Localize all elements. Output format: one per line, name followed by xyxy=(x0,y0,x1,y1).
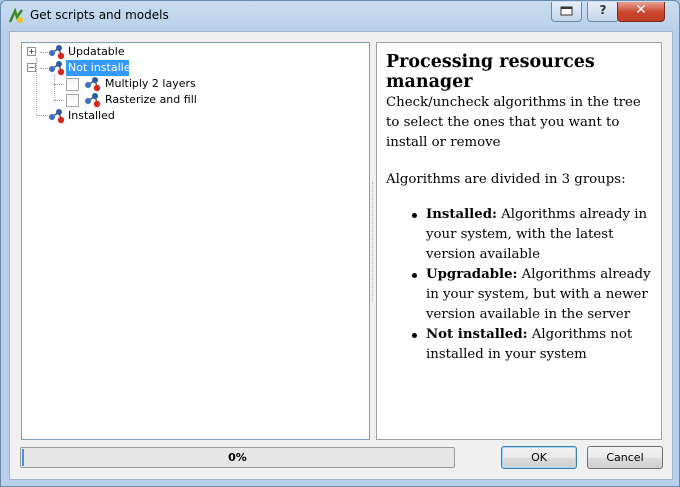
close-icon: ✕ xyxy=(635,2,647,18)
info-panel: Processing resources manager Check/unche… xyxy=(376,42,662,440)
progress-bar: 0% xyxy=(20,447,455,468)
algorithm-group-icon xyxy=(49,45,65,60)
tree-group-label: Updatable xyxy=(68,45,125,58)
expand-plus-icon[interactable]: + xyxy=(27,47,36,56)
close-button[interactable]: ✕ xyxy=(617,2,665,22)
tree-group-not-installed[interactable]: − Not installed xyxy=(22,60,367,76)
title-bar[interactable]: Get scripts and models ? ✕ xyxy=(1,1,679,31)
algorithm-checkbox[interactable] xyxy=(66,78,79,91)
tree-item-rasterize-and-fill[interactable]: Rasterize and fill xyxy=(22,92,367,108)
list-item-term: Upgradable: xyxy=(426,267,518,282)
qgis-app-icon xyxy=(8,8,24,23)
list-item: Upgradable: Algorithms already in your s… xyxy=(412,265,654,325)
tree-group-updatable[interactable]: + Updatable xyxy=(22,44,367,60)
algorithm-checkbox[interactable] xyxy=(66,94,79,107)
cancel-button[interactable]: Cancel xyxy=(587,446,663,469)
tree-group-label: Installed xyxy=(68,109,115,122)
info-paragraph: Algorithms are divided in 3 groups: xyxy=(386,172,626,187)
restore-icon xyxy=(560,6,573,16)
list-item: Installed: Algorithms already in your sy… xyxy=(412,205,654,265)
list-item-term: Not installed: xyxy=(426,327,528,342)
algorithm-label: Rasterize and fill xyxy=(105,93,197,106)
info-paragraph: Check/uncheck algorithms in the tree to … xyxy=(386,95,641,150)
algorithm-group-icon xyxy=(49,61,65,76)
info-groups-list: Installed: Algorithms already in your sy… xyxy=(386,205,654,365)
tree-group-installed[interactable]: Installed xyxy=(22,108,367,124)
algorithm-group-icon xyxy=(49,109,65,124)
window-title: Get scripts and models xyxy=(30,8,169,22)
panel-splitter-handle[interactable] xyxy=(372,182,375,302)
dialog-window: Get scripts and models ? ✕ + Updatable −… xyxy=(0,0,680,487)
info-heading: Processing resources manager xyxy=(386,52,595,92)
collapse-minus-icon[interactable]: − xyxy=(27,63,36,72)
algorithm-icon xyxy=(85,77,101,92)
restore-button[interactable] xyxy=(551,2,582,22)
tree-item-multiply-2-layers[interactable]: Multiply 2 layers xyxy=(22,76,367,92)
progress-label: 0% xyxy=(228,451,247,464)
dialog-client-area: + Updatable − Not installed Multiply 2 l… xyxy=(9,31,673,480)
algorithm-icon xyxy=(85,93,101,108)
algorithm-tree[interactable]: + Updatable − Not installed Multiply 2 l… xyxy=(21,42,370,440)
list-item: Not installed: Algorithms not installed … xyxy=(412,325,654,365)
tree-group-label: Not installed xyxy=(66,60,138,76)
help-button[interactable]: ? xyxy=(587,2,619,22)
list-item-term: Installed: xyxy=(426,207,497,222)
algorithm-label: Multiply 2 layers xyxy=(105,77,196,90)
help-icon: ? xyxy=(599,3,607,17)
ok-button[interactable]: OK xyxy=(501,446,577,469)
